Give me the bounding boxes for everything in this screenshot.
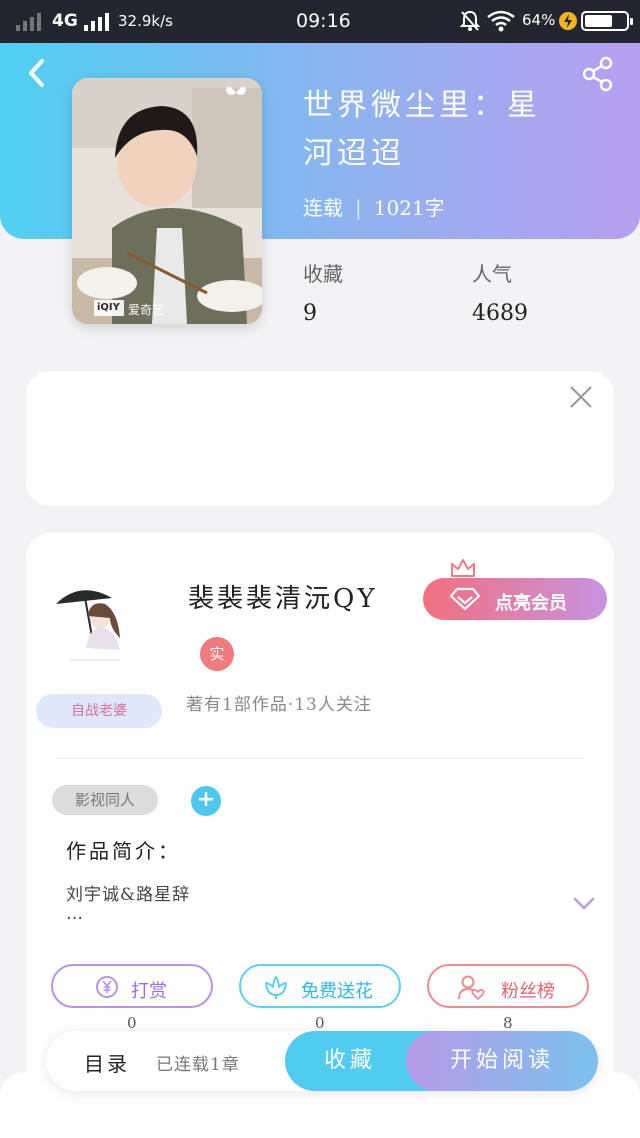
add-tag-button[interactable]: + bbox=[191, 786, 221, 816]
network-speed: 32.9k/s bbox=[118, 12, 173, 30]
meta-separator: | bbox=[355, 196, 362, 220]
send-flower-button[interactable]: 免费送花 bbox=[239, 964, 401, 1008]
book-cover[interactable]: iQIY 爱奇艺 bbox=[72, 78, 262, 324]
popularity-label: 人气 bbox=[472, 262, 512, 286]
book-title-line1: 世界微尘里：星 bbox=[303, 88, 541, 123]
book-title: 世界微尘里：星 河迢迢 bbox=[303, 82, 583, 178]
charging-icon bbox=[559, 12, 577, 30]
yuan-icon bbox=[96, 976, 118, 998]
fan-ranking-label: 粉丝榜 bbox=[501, 981, 555, 1002]
vip-button-label: 点亮会员 bbox=[495, 593, 567, 614]
crown-icon bbox=[451, 559, 475, 577]
popularity-value: 4689 bbox=[472, 301, 528, 326]
intro-ellipsis: … bbox=[66, 904, 83, 924]
chapter-status: 已连载1章 bbox=[156, 1055, 240, 1075]
butterfly-icon bbox=[226, 86, 246, 95]
chevron-down-icon[interactable] bbox=[572, 896, 596, 912]
verified-badge: 实 bbox=[200, 637, 234, 671]
author-avatar[interactable] bbox=[50, 578, 140, 668]
book-meta: 连载 | 1021字 bbox=[303, 192, 445, 221]
favorites-label: 收藏 bbox=[303, 262, 343, 286]
book-status: 连载 bbox=[303, 196, 343, 220]
back-button[interactable] bbox=[22, 56, 52, 90]
cover-photo bbox=[72, 78, 262, 324]
signal-icon bbox=[16, 13, 41, 31]
network-type: 4G bbox=[52, 11, 78, 31]
share-button[interactable] bbox=[580, 56, 616, 92]
word-count: 1021字 bbox=[373, 196, 445, 220]
category-tag[interactable]: 影视同人 bbox=[52, 785, 158, 815]
flower-count: 0 bbox=[315, 1014, 325, 1032]
bell-muted-icon bbox=[460, 10, 480, 31]
fan-ranking-button[interactable]: 粉丝榜 bbox=[427, 964, 589, 1008]
wifi-icon bbox=[487, 10, 515, 32]
favorites-value: 9 bbox=[303, 301, 317, 326]
send-flower-label: 免费送花 bbox=[301, 981, 373, 1002]
favorites-stat: 收藏 9 bbox=[303, 258, 343, 326]
flower-icon bbox=[265, 976, 287, 999]
status-bar: 4G 32.9k/s 09:16 64% bbox=[0, 0, 640, 43]
intro-text: 刘宇诚&路星辞 bbox=[66, 885, 191, 905]
start-reading-button[interactable]: 开始阅读 bbox=[406, 1031, 598, 1091]
ad-card bbox=[26, 371, 614, 506]
table-of-contents-button[interactable]: 目录 bbox=[84, 1048, 130, 1077]
vip-button[interactable]: 点亮会员 bbox=[423, 578, 607, 620]
tip-button[interactable]: 打赏 bbox=[51, 964, 213, 1008]
intro-title: 作品简介： bbox=[66, 839, 181, 863]
tip-button-label: 打赏 bbox=[131, 981, 167, 1002]
book-title-line2: 河迢迢 bbox=[303, 136, 405, 171]
battery-icon bbox=[581, 11, 633, 31]
close-icon[interactable] bbox=[568, 384, 594, 410]
user-heart-icon bbox=[458, 975, 485, 1000]
fan-count: 8 bbox=[503, 1014, 513, 1032]
popularity-stat: 人气 4689 bbox=[472, 258, 528, 326]
cover-watermark: 爱奇艺 bbox=[128, 303, 165, 317]
author-name[interactable]: 裴裴裴清沅QY bbox=[188, 578, 377, 615]
cover-logo-text: iQIY bbox=[97, 302, 120, 313]
author-info: 著有1部作品·13人关注 bbox=[186, 695, 372, 715]
tip-count: 0 bbox=[127, 1014, 137, 1032]
signal-strength-icon bbox=[84, 13, 109, 31]
battery-percent: 64% bbox=[522, 11, 556, 29]
avatar-frame-tag: 自战老婆 bbox=[36, 694, 162, 728]
diamond-icon bbox=[449, 587, 481, 611]
clock: 09:16 bbox=[296, 10, 351, 32]
divider bbox=[56, 758, 584, 759]
